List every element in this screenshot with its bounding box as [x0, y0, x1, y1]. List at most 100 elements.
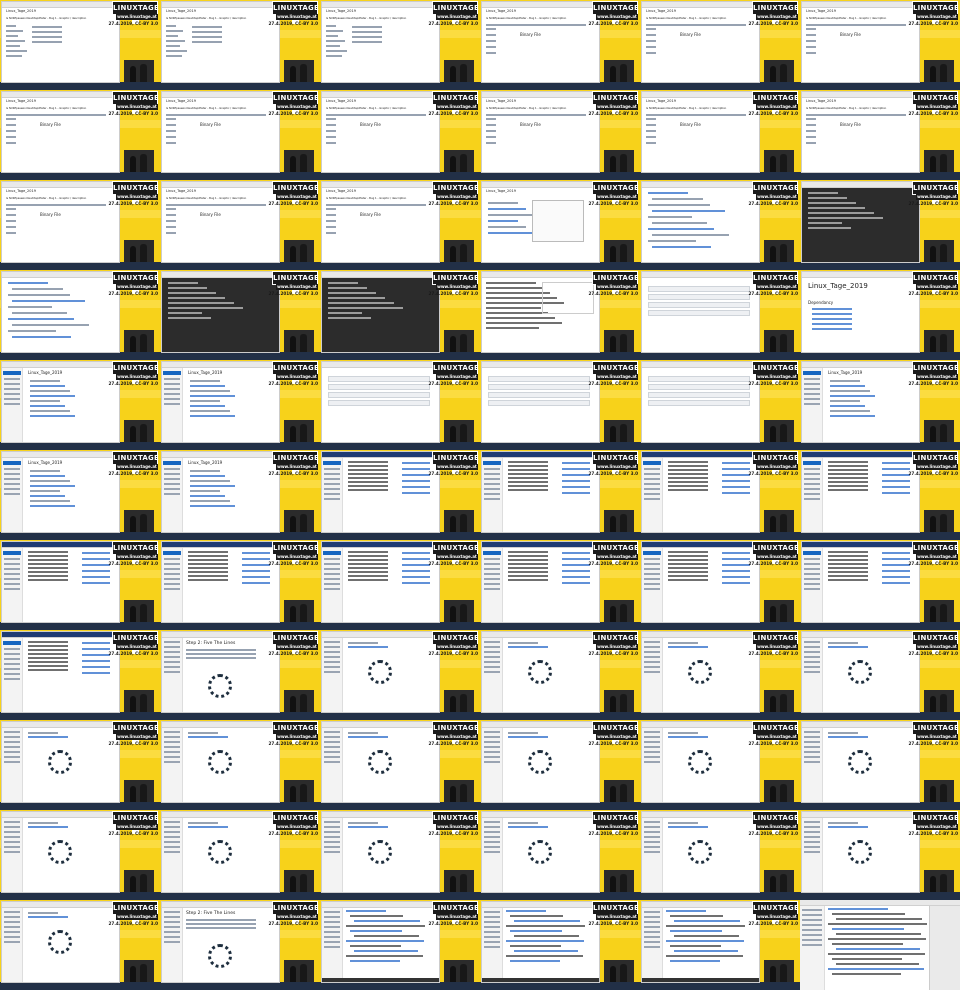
video-thumbnail[interactable]: LINUXTAGE www.linuxtage.at 27.4.2019, CC-B…	[320, 360, 480, 450]
sidebar-item	[164, 926, 180, 928]
linuxtage-logo: LINUXTAGE	[272, 901, 319, 924]
text-line	[486, 142, 496, 144]
stage-floor	[0, 802, 160, 810]
linuxtage-logo: LINUXTAGE	[592, 901, 639, 924]
video-thumbnail[interactable]: LINUXTAGE www.linuxtage.at 27.4.2019, CC-B…	[0, 270, 160, 360]
video-thumbnail[interactable]: Linux_Tage_2019 Is NUKEpasswordauditapiPl…	[800, 0, 960, 90]
video-thumbnail[interactable]: LINUXTAGE www.linuxtage.at 27.4.2019, CC-B…	[0, 810, 160, 900]
video-thumbnail[interactable]: Linux_Tage_2019 LINUXTAGE www.linuxtage.at…	[0, 360, 160, 450]
video-thumbnail[interactable]: LINUXTAGE www.linuxtage.at 27.4.2019, CC-B…	[0, 540, 160, 630]
text-line	[486, 46, 496, 48]
video-thumbnail[interactable]: LINUXTAGE www.linuxtage.at 27.4.2019, CC-B…	[640, 180, 800, 270]
video-thumbnail[interactable]: LINUXTAGE www.linuxtage.at 27.4.2019, CC-B…	[640, 720, 800, 810]
video-thumbnail[interactable]: LINUXTAGE www.linuxtage.at 27.4.2019, CC-B…	[320, 720, 480, 810]
video-thumbnail[interactable]: LINUXTAGE www.linuxtage.at 27.4.2019, CC-B…	[800, 720, 960, 810]
video-thumbnail[interactable]: Linux_Tage_2019 LINUXTAGE www.linuxtage.at…	[0, 450, 160, 540]
video-thumbnail[interactable]: LINUXTAGE www.linuxtage.at 27.4.2019, CC-B…	[800, 450, 960, 540]
video-thumbnail[interactable]: LINUXTAGE www.linuxtage.at 27.4.2019, CC-B…	[160, 810, 320, 900]
video-thumbnail[interactable]: LINUXTAGE www.linuxtage.at 27.4.2019, CC-B…	[480, 450, 640, 540]
video-thumbnail[interactable]: LINUXTAGE www.linuxtage.at 27.4.2019, CC-B…	[480, 630, 640, 720]
video-thumbnail[interactable]: Linux_Tage_2019 LINUXTAGE www.linuxtage.at…	[160, 450, 320, 540]
video-thumbnail[interactable]: LINUXTAGE www.linuxtage.at 27.4.2019, CC-B…	[160, 540, 320, 630]
linuxtage-logo: LINUXTAGE	[752, 271, 799, 294]
video-thumbnail[interactable]: Linux_Tage_2019 Is NUKEpasswordauditapiPl…	[320, 0, 480, 90]
screen-text: Linux_Tage_2019	[806, 9, 836, 13]
sidebar-item	[164, 388, 180, 390]
text-line	[668, 555, 708, 557]
license-caption: 27.4.2019, CC-BY 3.0	[428, 381, 478, 386]
text-line	[808, 212, 874, 214]
sidebar-item	[4, 931, 20, 933]
video-thumbnail[interactable]: LINUXTAGE www.linuxtage.at 27.4.2019, CC-B…	[0, 630, 160, 720]
video-thumbnail[interactable]: Linux_Tage_2019 Is NUKEpasswordauditapiPl…	[160, 90, 320, 180]
video-thumbnail[interactable]: LINUXTAGE www.linuxtage.at 27.4.2019, CC-B…	[480, 270, 640, 360]
video-thumbnail[interactable]: LINUXTAGE www.linuxtage.at 27.4.2019, CC-B…	[640, 900, 800, 990]
video-thumbnail[interactable]: LINUXTAGE www.linuxtage.at 27.4.2019, CC-B…	[480, 540, 640, 630]
text-line	[486, 52, 496, 54]
video-thumbnail[interactable]: LINUXTAGE www.linuxtage.at 27.4.2019, CC-B…	[320, 270, 480, 360]
video-thumbnail[interactable]: Linux_Tage_2019 Is NUKEpasswordauditapiPl…	[160, 180, 320, 270]
video-thumbnail[interactable]: LINUXTAGE www.linuxtage.at 27.4.2019, CC-B…	[800, 630, 960, 720]
video-thumbnail[interactable]: Linux_Tage_2019 Is NUKEpasswordauditapiPl…	[800, 90, 960, 180]
video-thumbnail[interactable]: LINUXTAGE www.linuxtage.at 27.4.2019, CC-B…	[0, 720, 160, 810]
text-line	[402, 570, 430, 572]
text-line	[668, 567, 708, 569]
video-thumbnail[interactable]: LINUXTAGE www.linuxtage.at 27.4.2019, CC-B…	[480, 810, 640, 900]
video-thumbnail[interactable]: LINUXTAGE www.linuxtage.at 27.4.2019, CC-B…	[160, 720, 320, 810]
video-thumbnail[interactable]: LINUXTAGE www.linuxtage.at 27.4.2019, CC-B…	[320, 810, 480, 900]
screen-text: Linux_Tage_2019	[188, 460, 223, 465]
video-thumbnail[interactable]: LINUXTAGE www.linuxtage.at 27.4.2019, CC-B…	[640, 450, 800, 540]
video-thumbnail[interactable]: Linux_Tage_2019 Is NUKEpasswordauditapiPl…	[640, 0, 800, 90]
video-thumbnail[interactable]: LINUXTAGE www.linuxtage.at 27.4.2019, CC-B…	[320, 540, 480, 630]
video-thumbnail[interactable]: LINUXTAGE www.linuxtage.at 27.4.2019, CC-B…	[640, 630, 800, 720]
video-thumbnail[interactable]: Linux_Tage_2019 Is NUKEpasswordauditapiPl…	[480, 0, 640, 90]
text-line	[30, 500, 70, 502]
video-thumbnail[interactable]: Linux_Tage_2019 LINUXTAGE www.linuxtage.at…	[800, 360, 960, 450]
video-thumbnail[interactable]: LINUXTAGE www.linuxtage.at 27.4.2019, CC-B…	[480, 900, 640, 990]
text-line	[166, 204, 266, 206]
video-thumbnail[interactable]: Linux_Tage_2019 Dependancy LINUXTAGE www.li…	[800, 270, 960, 360]
video-thumbnail[interactable]: Linux_Tage_2019 Is NUKEpasswordauditapiPl…	[160, 0, 320, 90]
video-thumbnail[interactable]: Linux_Tage_2019 Is NUKEpasswordauditapiPl…	[320, 180, 480, 270]
video-thumbnail[interactable]: Linux_Tage_2019 Is NUKEpasswordauditapiPl…	[640, 90, 800, 180]
text-line	[188, 575, 228, 577]
video-thumbnail[interactable]: LINUXTAGE www.linuxtage.at 27.4.2019, CC-B…	[800, 540, 960, 630]
projected-screen: Linux_Tage_2019 Is NUKEpasswordauditapiPl…	[641, 91, 760, 173]
video-thumbnail[interactable]: Step 2: Five The Lines LINUXTAGE www.linux…	[160, 900, 320, 990]
video-thumbnail[interactable]: Linux_Tage_2019 LINUXTAGE www.linuxtage.at…	[160, 360, 320, 450]
sidebar-item	[804, 468, 820, 470]
video-thumbnail[interactable]: LINUXTAGE www.linuxtage.at 27.4.2019, CC-B…	[640, 810, 800, 900]
video-thumbnail[interactable]: LINUXTAGE www.linuxtage.at 27.4.2019, CC-B…	[0, 900, 160, 990]
presenter	[620, 874, 627, 892]
text-line	[8, 282, 48, 284]
video-thumbnail[interactable]: LINUXTAGE www.linuxtage.at 27.4.2019, CC-B…	[160, 270, 320, 360]
video-thumbnail[interactable]: LINUXTAGE www.linuxtage.at 27.4.2019, CC-B…	[320, 450, 480, 540]
linuxtage-url: www.linuxtage.at	[596, 914, 638, 920]
video-thumbnail[interactable]: Step 2: Five The Lines LINUXTAGE www.linux…	[160, 630, 320, 720]
video-thumbnail[interactable]: Linux_Tage_2019 Is NUKEpasswordauditapiPl…	[480, 90, 640, 180]
video-thumbnail[interactable]: LINUXTAGE www.linuxtage.at 27.4.2019, CC-B…	[480, 720, 640, 810]
logo-text: LINUXTAGE	[113, 4, 159, 12]
video-thumbnail[interactable]: Linux_Tage_2019 LINUXTAGE www.linuxtage.at…	[480, 180, 640, 270]
text-line	[28, 559, 68, 561]
video-thumbnail[interactable]: LINUXTAGE www.linuxtage.at 27.4.2019, CC-B…	[800, 180, 960, 270]
linuxtage-url: www.linuxtage.at	[436, 644, 478, 650]
video-thumbnail[interactable]: LINUXTAGE www.linuxtage.at 27.4.2019, CC-B…	[640, 540, 800, 630]
text-line	[488, 214, 534, 216]
sidebar-item	[164, 911, 180, 913]
sidebar-item	[4, 648, 20, 650]
video-thumbnail[interactable]: Linux_Tage_2019 Is NUKEpasswordauditapiPl…	[0, 90, 160, 180]
video-thumbnail[interactable]: Linux_Tage_2019 Is NUKEpasswordauditapiPl…	[320, 90, 480, 180]
video-thumbnail[interactable]: LINUXTAGE www.linuxtage.at 27.4.2019, CC-B…	[480, 360, 640, 450]
speaker-video	[764, 780, 794, 802]
video-thumbnail[interactable]: Linux_Tage_2019 Is NUKEpasswordauditapiPl…	[0, 180, 160, 270]
video-thumbnail[interactable]: LINUXTAGE www.linuxtage.at 27.4.2019, CC-B…	[640, 360, 800, 450]
video-thumbnail[interactable]: LINUXTAGE www.linuxtage.at 27.4.2019, CC-B…	[320, 900, 480, 990]
video-thumbnail[interactable]: LINUXTAGE www.linuxtage.at 27.4.2019, CC-B…	[320, 630, 480, 720]
video-thumbnail[interactable]: Linux_Tage_2019 Is NUKEpasswordauditapiPl…	[0, 0, 160, 90]
video-thumbnail[interactable]: LINUXTAGE www.linuxtage.at 27.4.2019, CC-B…	[800, 810, 960, 900]
linuxtage-logo: LINUXTAGE	[592, 361, 639, 384]
sidebar-item	[484, 493, 500, 495]
video-thumbnail[interactable]: LINUXTAGE www.linuxtage.at 27.4.2019, CC-B…	[640, 270, 800, 360]
video-thumbnail[interactable]	[800, 900, 960, 990]
